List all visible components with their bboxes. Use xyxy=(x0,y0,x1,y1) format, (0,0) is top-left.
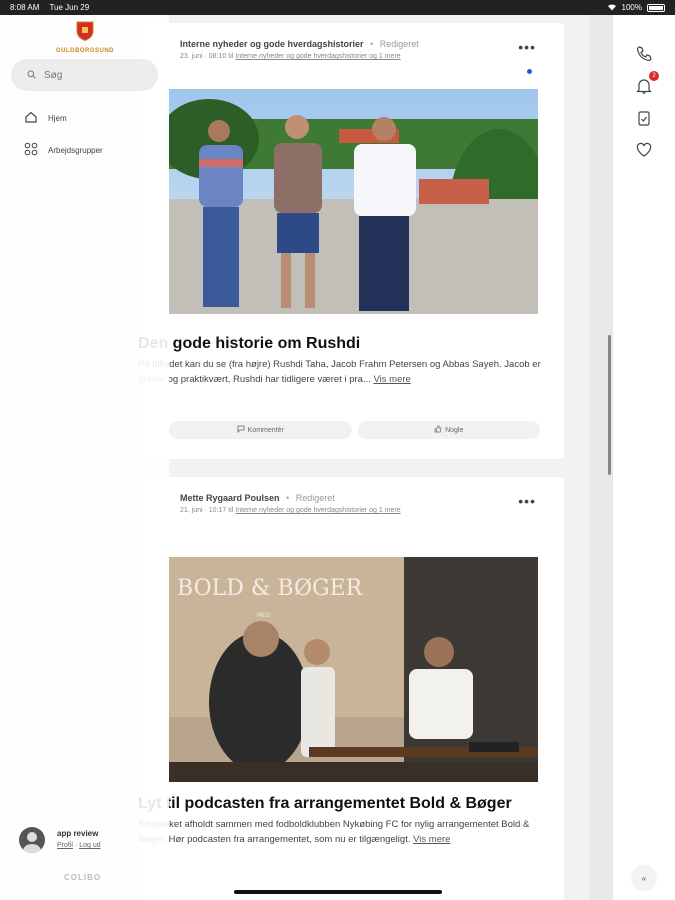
nav-item-label: Hjem xyxy=(48,113,67,123)
nav-item-label: Arbejdsgrupper xyxy=(48,145,103,155)
post-date: 21. juni · 10:17 xyxy=(180,507,227,514)
phone-icon[interactable] xyxy=(635,45,653,63)
post-excerpt-text: På billedet kan du se (fra højre) Rushdi… xyxy=(138,359,541,385)
post-image[interactable] xyxy=(169,89,538,314)
logout-link[interactable]: Log ud xyxy=(79,842,100,849)
home-icon xyxy=(24,110,38,126)
post-title[interactable]: Lyt til podcasten fra arrangementet Bold… xyxy=(138,795,544,813)
edited-label: Redigeret xyxy=(379,39,419,49)
status-time: 8:08 AM xyxy=(10,3,40,12)
separator: • xyxy=(370,39,374,49)
right-rail: 2 « xyxy=(612,15,675,900)
brand-logo: COLIBO xyxy=(64,873,102,882)
post-author[interactable]: Mette Rygaard Poulsen xyxy=(180,493,280,503)
scrollbar-thumb[interactable] xyxy=(608,335,611,475)
search-input[interactable]: Søg xyxy=(11,59,158,91)
news-feed[interactable]: Interne nyheder og gode hverdagshistorie… xyxy=(138,15,590,900)
post-audience-link[interactable]: Interne nyheder og gode hverdagshistorie… xyxy=(235,507,400,514)
logo-text: GULDBORGSUND xyxy=(56,48,114,54)
post-image[interactable]: BOLD & BØGER MED xyxy=(169,557,538,782)
profile-link[interactable]: Profil xyxy=(57,842,73,849)
banner-subtext: MED xyxy=(257,612,271,619)
crest-icon xyxy=(76,21,94,42)
user-name: app review xyxy=(57,829,99,838)
post-author[interactable]: Interne nyheder og gode hverdagshistorie… xyxy=(180,39,364,49)
sidebar: GULDBORGSUND Søg Hjem Arbejdsgrupper app… xyxy=(0,15,169,900)
search-placeholder: Søg xyxy=(44,69,63,81)
collapse-button[interactable]: « xyxy=(631,865,657,891)
user-profile: app review Profil · Log ud xyxy=(19,827,101,853)
post-header: Interne nyheder og gode hverdagshistorie… xyxy=(180,39,534,60)
wifi-icon xyxy=(607,3,617,13)
post-header: Mette Rygaard Poulsen • Redigeret 21. ju… xyxy=(180,493,534,514)
battery-icon xyxy=(647,3,665,12)
post-actions: Kommentér Nogle xyxy=(169,421,540,439)
status-date: Tue Jun 29 xyxy=(49,3,90,12)
comment-button[interactable]: Kommentér xyxy=(169,421,352,439)
post-excerpt-text: Biblioteket afholdt sammen med fodboldkl… xyxy=(138,819,530,845)
post-title[interactable]: Den gode historie om Rushdi xyxy=(138,335,544,353)
groups-icon xyxy=(24,142,38,158)
post-date: 23. juni · 08:10 xyxy=(180,53,227,60)
like-label: Nogle xyxy=(445,426,464,434)
status-bar: 8:08 AM Tue Jun 29 100% xyxy=(0,0,675,15)
notification-badge: 2 xyxy=(649,71,659,81)
comment-label: Kommentér xyxy=(247,426,284,434)
unread-indicator xyxy=(527,69,532,74)
post-card: Interne nyheder og gode hverdagshistorie… xyxy=(138,23,564,459)
comment-icon xyxy=(237,425,245,435)
nav-item-groups[interactable]: Arbejdsgrupper xyxy=(24,142,103,158)
more-options-button[interactable]: ••• xyxy=(518,39,536,55)
home-indicator xyxy=(234,890,442,894)
post-audience-link[interactable]: Interne nyheder og gode hverdagshistorie… xyxy=(235,53,400,60)
banner-text: BOLD & BØGER xyxy=(177,576,364,601)
see-more-link[interactable]: Vis mere xyxy=(373,374,410,385)
post-to-prefix: til xyxy=(228,53,234,60)
task-checklist-icon[interactable] xyxy=(635,109,653,127)
heart-icon[interactable] xyxy=(635,141,653,159)
link-separator: · xyxy=(74,842,78,849)
thumbs-up-icon xyxy=(434,425,442,435)
avatar[interactable] xyxy=(19,827,45,853)
battery-percentage: 100% xyxy=(621,3,642,12)
see-more-link[interactable]: Vis mere xyxy=(413,834,450,845)
post-excerpt: På billedet kan du se (fra højre) Rushdi… xyxy=(138,357,542,387)
like-button[interactable]: Nogle xyxy=(357,421,540,439)
search-icon xyxy=(27,66,36,84)
more-options-button[interactable]: ••• xyxy=(518,493,536,509)
post-excerpt: Biblioteket afholdt sammen med fodboldkl… xyxy=(138,817,542,847)
edited-label: Redigeret xyxy=(295,493,335,503)
nav-item-home[interactable]: Hjem xyxy=(24,110,67,126)
separator: • xyxy=(286,493,290,503)
post-card: Mette Rygaard Poulsen • Redigeret 21. ju… xyxy=(138,477,564,900)
post-to-prefix: til xyxy=(228,507,234,514)
municipality-logo[interactable]: GULDBORGSUND xyxy=(52,21,118,54)
